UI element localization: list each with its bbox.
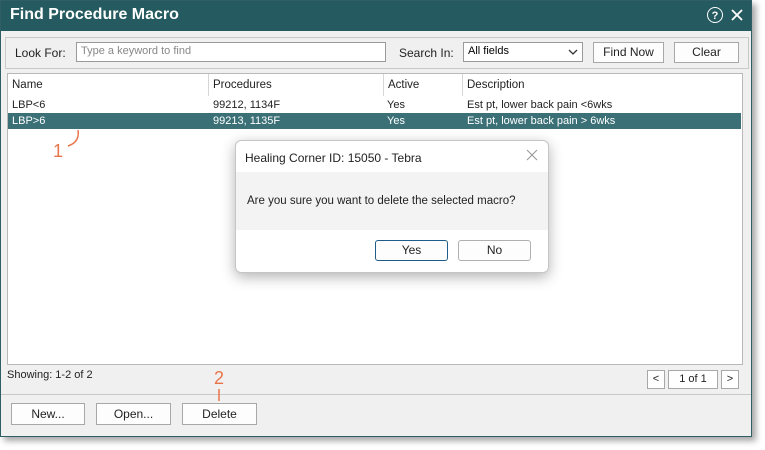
table-row-selected[interactable]: LBP>6 99213, 1135F Yes Est pt, lower bac…	[8, 113, 741, 129]
confirm-delete-dialog: Healing Corner ID: 15050 - Tebra Are you…	[235, 140, 549, 273]
search-panel: Look For: Type a keyword to find Search …	[5, 37, 749, 69]
yes-button[interactable]: Yes	[375, 240, 448, 261]
annotation-number-1: 1	[53, 141, 64, 161]
annotation-1-leader	[67, 129, 80, 147]
pager-next-button[interactable]: >	[721, 370, 739, 389]
search-in-value: All fields	[468, 45, 509, 57]
look-for-label: Look For:	[15, 46, 66, 60]
cell-name: LBP<6	[12, 99, 46, 111]
annotation-2-leader	[218, 389, 220, 401]
annotation-number-2: 2	[214, 368, 225, 388]
column-header-name[interactable]: Name	[8, 74, 209, 96]
cell-description: Est pt, lower back pain > 6wks	[467, 115, 616, 127]
dialog-close-icon[interactable]	[526, 149, 538, 161]
column-header-active[interactable]: Active	[384, 74, 463, 96]
search-in-select[interactable]: All fields	[463, 42, 583, 62]
chevron-down-icon	[568, 49, 578, 55]
table-row[interactable]: LBP<6 99212, 1134F Yes Est pt, lower bac…	[8, 97, 741, 113]
title-bar: Find Procedure Macro ?	[1, 1, 751, 31]
cell-name: LBP>6	[12, 115, 46, 127]
delete-button[interactable]: Delete	[182, 403, 257, 425]
no-button[interactable]: No	[458, 240, 531, 261]
cell-active: Yes	[387, 115, 405, 127]
column-header-description[interactable]: Description	[463, 74, 740, 96]
clear-button[interactable]: Clear	[674, 42, 739, 63]
cell-procedures: 99212, 1134F	[213, 99, 281, 111]
dialog-body: Are you sure you want to delete the sele…	[236, 172, 548, 230]
status-text: Showing: 1-2 of 2	[7, 369, 93, 381]
new-button[interactable]: New...	[11, 403, 85, 425]
find-now-button[interactable]: Find Now	[593, 42, 664, 63]
cell-procedures: 99213, 1135F	[213, 115, 281, 127]
close-icon[interactable]	[729, 6, 745, 24]
footer-divider	[1, 394, 751, 395]
window-title: Find Procedure Macro	[10, 6, 179, 23]
pager-prev-button[interactable]: <	[647, 370, 665, 389]
column-header-procedures[interactable]: Procedures	[209, 74, 384, 96]
dialog-title: Healing Corner ID: 15050 - Tebra	[245, 151, 422, 165]
search-in-label: Search In:	[399, 46, 454, 60]
open-button[interactable]: Open...	[96, 403, 171, 425]
cell-active: Yes	[387, 99, 405, 111]
dialog-message: Are you sure you want to delete the sele…	[247, 195, 516, 207]
keyword-input[interactable]: Type a keyword to find	[76, 42, 386, 62]
help-icon[interactable]: ?	[707, 7, 723, 23]
pager-page-indicator: 1 of 1	[668, 370, 718, 389]
cell-description: Est pt, lower back pain <6wks	[467, 99, 613, 111]
